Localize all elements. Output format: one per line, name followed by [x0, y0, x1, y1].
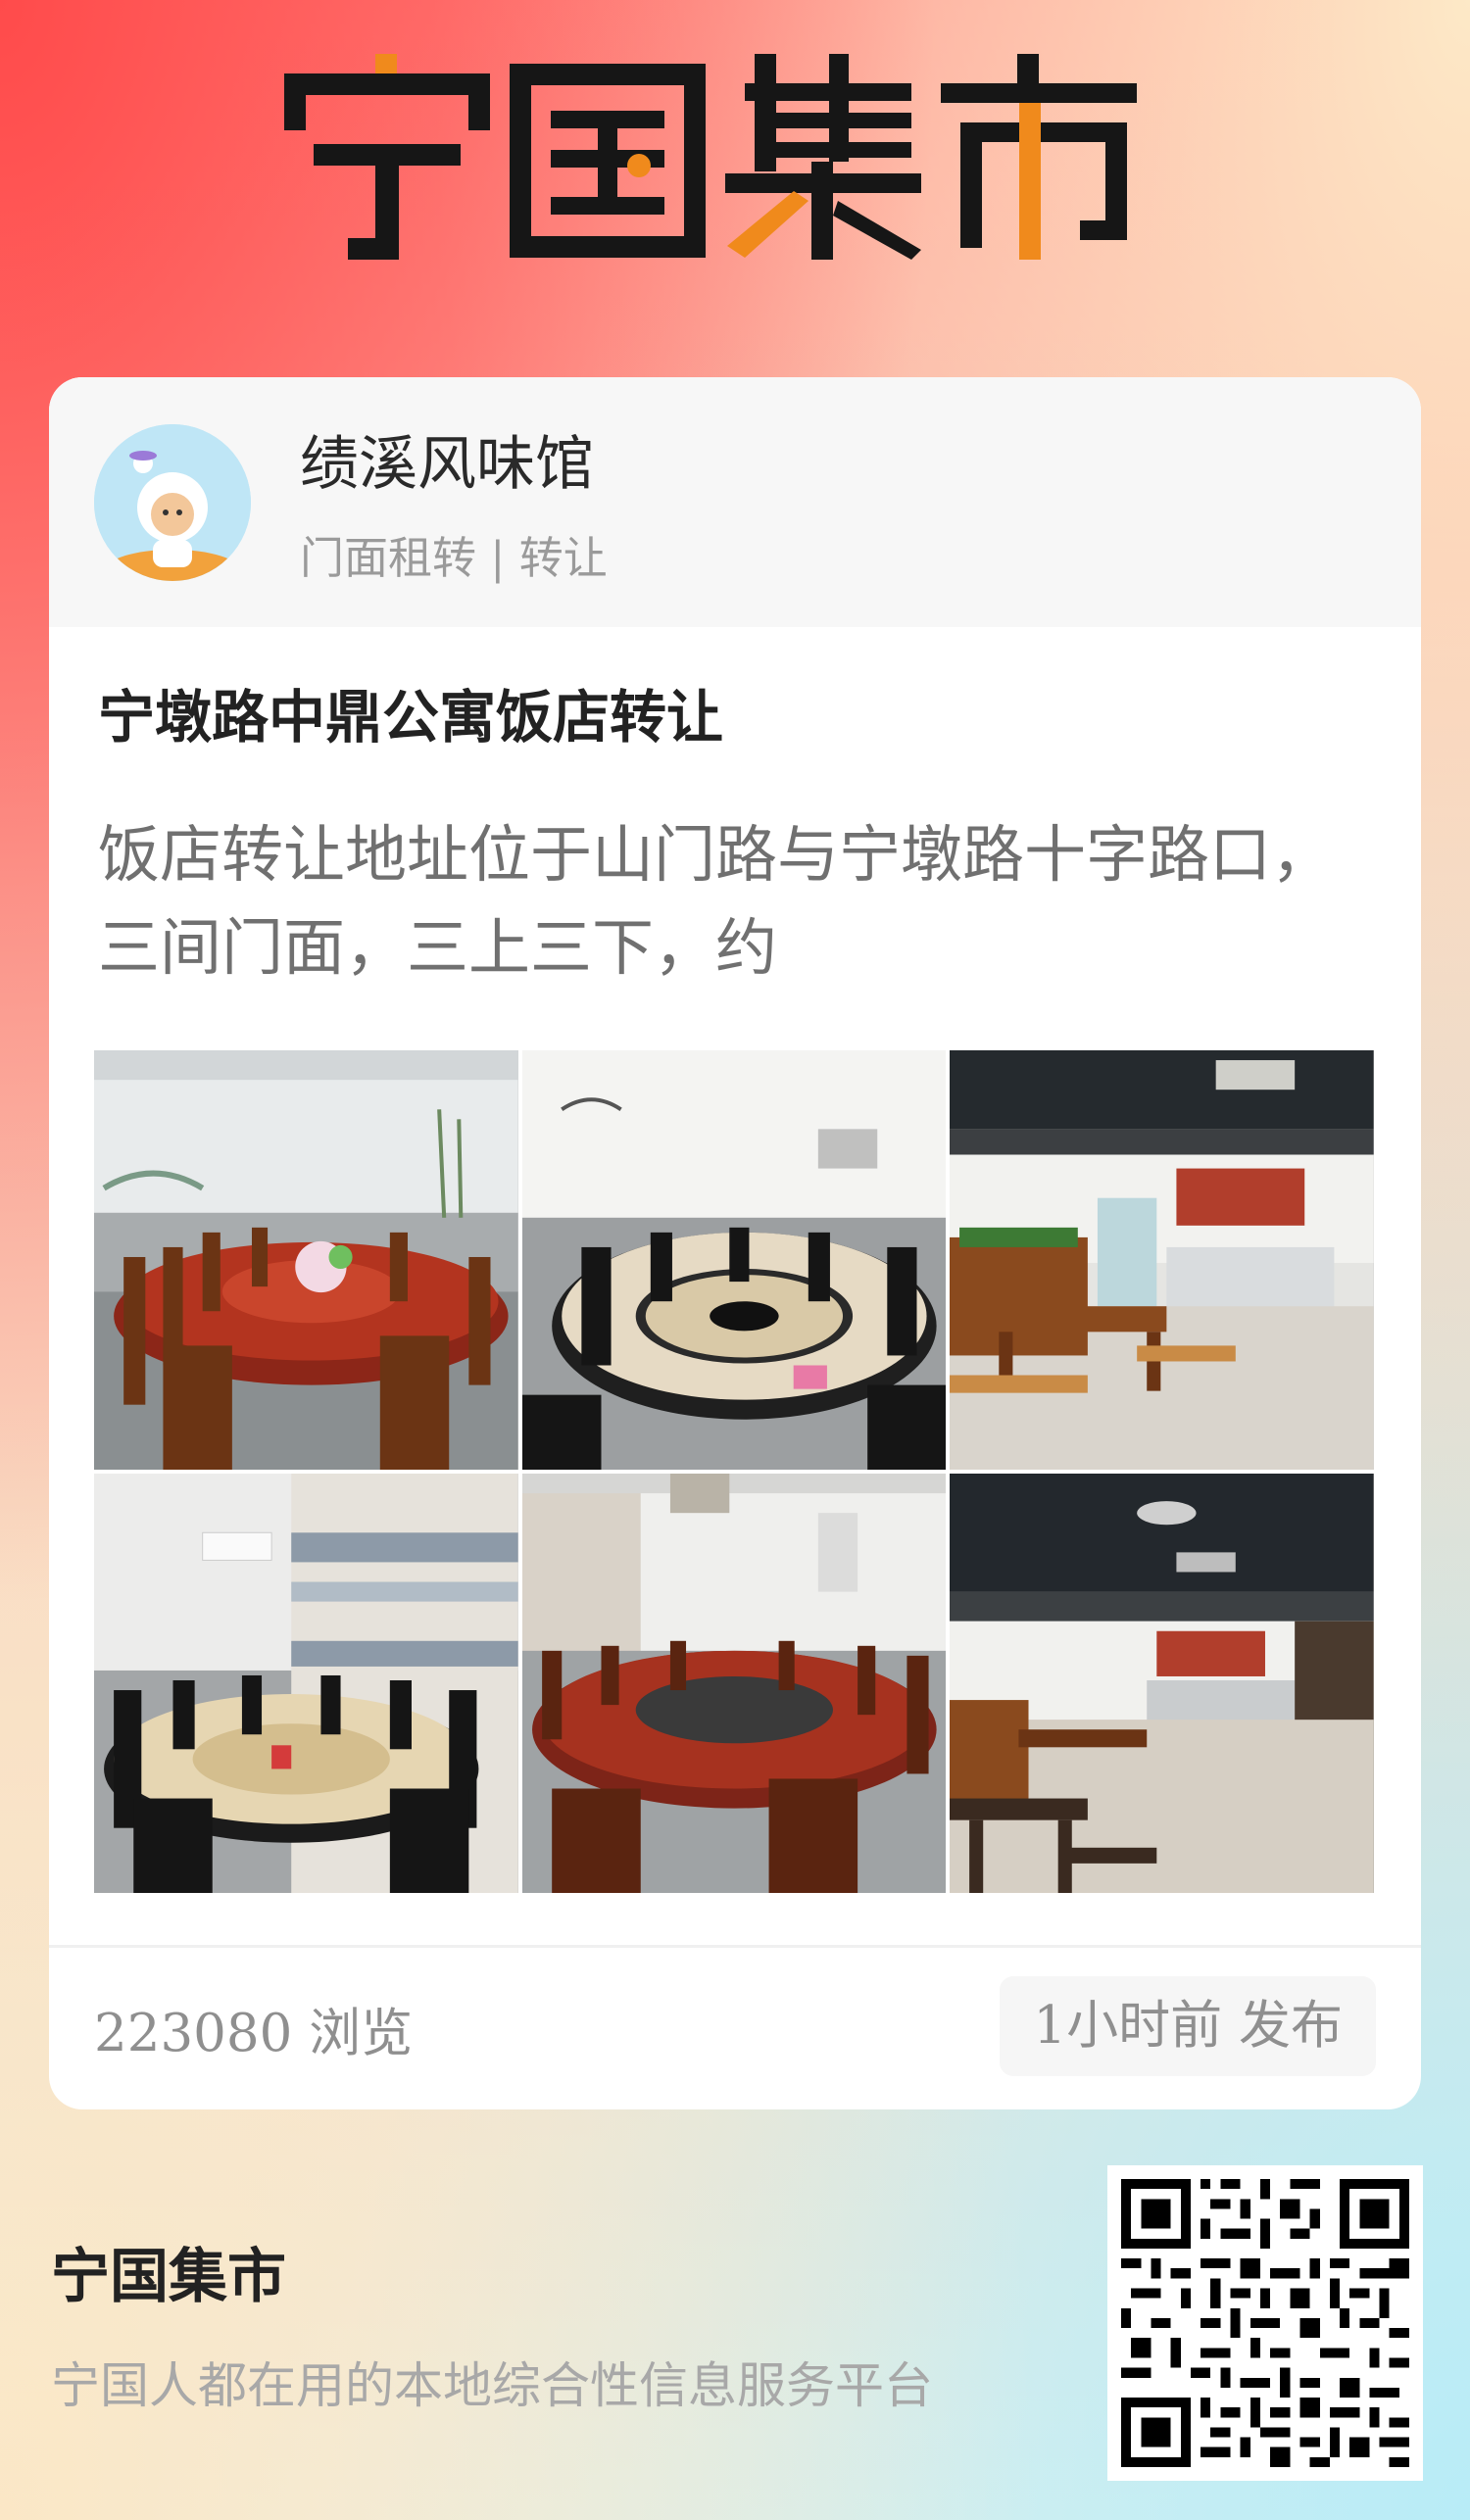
restaurant-photo[interactable] — [94, 1474, 518, 1893]
app-logo — [284, 54, 1137, 260]
post-title[interactable]: 宁墩路中鼎公寓饭店转让 — [98, 671, 723, 753]
restaurant-photo[interactable] — [94, 1050, 518, 1470]
author-avatar[interactable] — [94, 424, 251, 581]
divider — [49, 1945, 1421, 1948]
restaurant-photo[interactable] — [521, 1474, 947, 1893]
restaurant-photo[interactable] — [521, 1050, 947, 1470]
restaurant-photo[interactable] — [950, 1474, 1374, 1893]
post-excerpt: 饭店转让地址位于山门路与宁墩路十字路口，三间门面，三上三下，约 — [98, 819, 1333, 984]
author-header: 绩溪风味馆 门面租转 | 转让 — [49, 377, 1421, 627]
view-count: 223080 浏览 — [94, 2004, 414, 2063]
publish-time: 1小时前 发布 — [1000, 1976, 1376, 2076]
restaurant-photo[interactable] — [950, 1050, 1374, 1470]
photo-grid — [94, 1050, 1374, 1893]
author-name[interactable]: 绩溪风味馆 — [300, 416, 594, 502]
post-card[interactable]: 绩溪风味馆 门面租转 | 转让 宁墩路中鼎公寓饭店转让 饭店转让地址位于山门路与… — [49, 377, 1421, 2109]
post-category: 门面租转 | 转让 — [300, 532, 608, 584]
footer-tagline: 宁国人都在用的本地综合性信息服务平台 — [51, 2357, 933, 2414]
footer-brand-title: 宁国集市 — [51, 2243, 286, 2311]
qr-code-icon — [1107, 2165, 1423, 2481]
